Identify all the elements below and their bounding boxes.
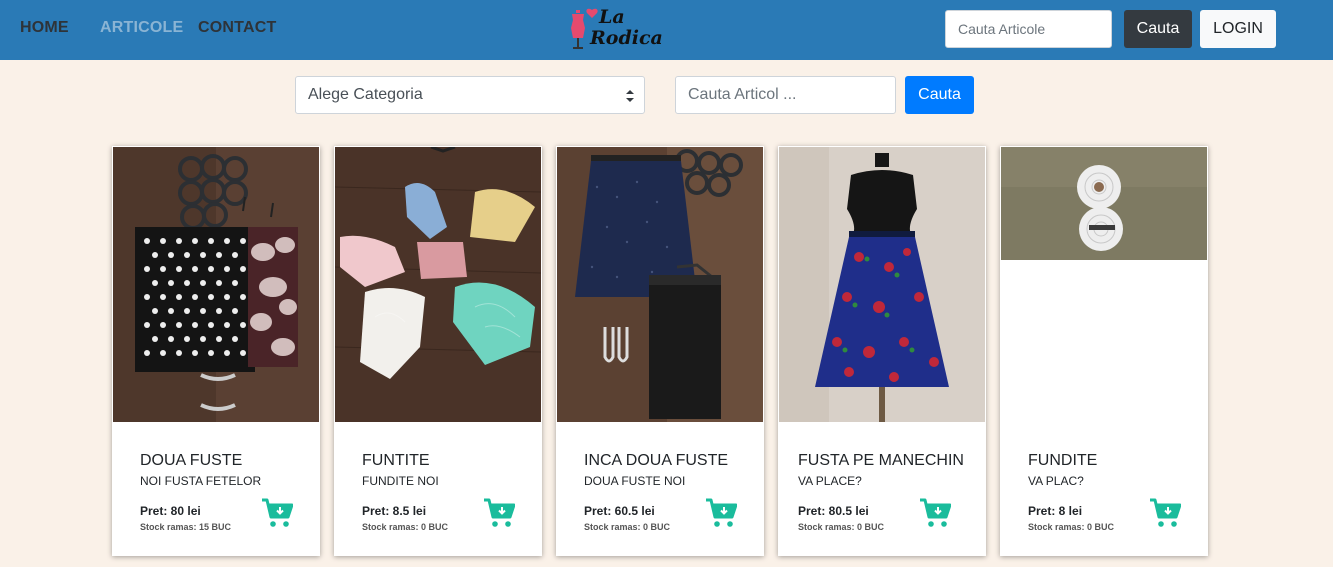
add-to-cart-icon[interactable]: [261, 498, 293, 528]
product-image[interactable]: [557, 147, 763, 422]
product-card: DOUA FUSTE NOI FUSTA FETELOR Pret: 80 le…: [112, 146, 320, 556]
product-stock: Stock ramas: 0 BUC: [584, 522, 671, 532]
product-title[interactable]: INCA DOUA FUSTE: [584, 452, 728, 470]
header-search-input[interactable]: [945, 10, 1112, 48]
add-to-cart-icon[interactable]: [1149, 498, 1181, 528]
product-price: Pret: 80.5 lei: [798, 504, 869, 518]
product-price: Pret: 8.5 lei: [362, 504, 427, 518]
navbar: HOME ARTICOLE CONTACT La Rodica Cauta LO…: [0, 0, 1333, 60]
add-to-cart-icon[interactable]: [483, 498, 515, 528]
product-card: FUSTA PE MANECHIN VA PLACE? Pret: 80.5 l…: [778, 146, 986, 556]
product-price: Pret: 8 lei: [1028, 504, 1083, 518]
site-logo[interactable]: La Rodica: [566, 6, 663, 54]
product-card: FUNDITE VA PLAC? Pret: 8 lei Stock ramas…: [1000, 146, 1208, 556]
product-image[interactable]: [335, 147, 541, 422]
product-title[interactable]: FUNDITE: [1028, 452, 1097, 470]
product-subtitle: DOUA FUSTE NOI: [584, 474, 686, 488]
nav-articole-link[interactable]: ARTICOLE: [100, 19, 183, 37]
add-to-cart-icon[interactable]: [705, 498, 737, 528]
product-subtitle: FUNDITE NOI: [362, 474, 439, 488]
product-image[interactable]: [779, 147, 985, 422]
product-card: FUNTITE FUNDITE NOI Pret: 8.5 lei Stock …: [334, 146, 542, 556]
product-stock: Stock ramas: 0 BUC: [362, 522, 449, 532]
product-image[interactable]: [113, 147, 319, 422]
product-title[interactable]: FUNTITE: [362, 452, 430, 470]
category-select[interactable]: Alege Categoria: [295, 76, 645, 114]
article-search-button[interactable]: Cauta: [905, 76, 974, 114]
product-image[interactable]: [1001, 147, 1207, 260]
logo-text-la: La: [599, 6, 625, 28]
product-subtitle: NOI FUSTA FETELOR: [140, 474, 262, 488]
product-stock: Stock ramas: 0 BUC: [1028, 522, 1115, 532]
product-price: Pret: 80 lei: [140, 504, 201, 518]
product-subtitle: VA PLACE?: [798, 474, 862, 488]
product-title[interactable]: FUSTA PE MANECHIN: [798, 452, 964, 470]
logo-text-rodica: Rodica: [590, 27, 663, 49]
product-title[interactable]: DOUA FUSTE: [140, 452, 242, 470]
nav-contact-link[interactable]: CONTACT: [198, 19, 276, 37]
product-stock: Stock ramas: 0 BUC: [798, 522, 885, 532]
heart-icon: [586, 8, 598, 18]
product-card: INCA DOUA FUSTE DOUA FUSTE NOI Pret: 60.…: [556, 146, 764, 556]
login-button[interactable]: LOGIN: [1200, 10, 1276, 48]
article-search-input[interactable]: [675, 76, 896, 114]
nav-home-link[interactable]: HOME: [20, 19, 69, 37]
select-arrows-icon: [626, 90, 634, 102]
dress-form-icon: [571, 10, 585, 49]
category-select-value: Alege Categoria: [308, 86, 423, 103]
add-to-cart-icon[interactable]: [919, 498, 951, 528]
product-price: Pret: 60.5 lei: [584, 504, 655, 518]
product-subtitle: VA PLAC?: [1028, 474, 1084, 488]
product-stock: Stock ramas: 15 BUC: [140, 522, 232, 532]
header-search-button[interactable]: Cauta: [1124, 10, 1192, 48]
